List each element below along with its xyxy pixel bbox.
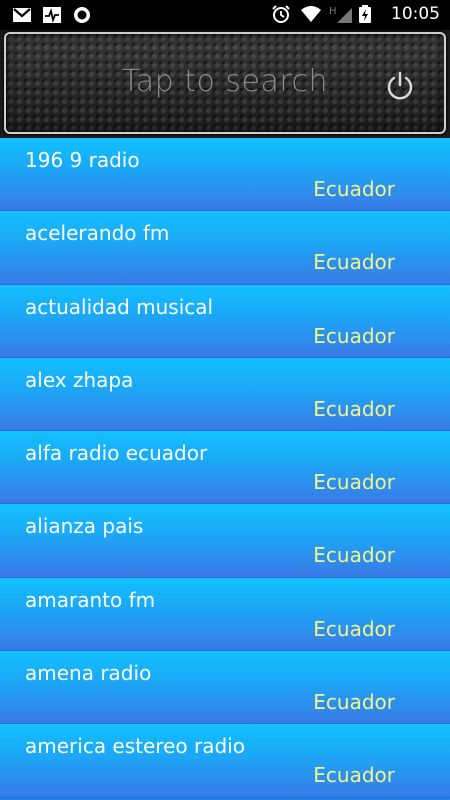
station-name: actualidad musical	[25, 294, 214, 319]
station-name: amaranto fm	[25, 587, 156, 612]
station-row[interactable]: 196 9 radio Ecuador	[0, 138, 450, 212]
circle-icon	[72, 5, 92, 25]
wifi-icon	[300, 4, 321, 24]
alarm-icon	[271, 4, 291, 24]
station-name: alfa radio ecuador	[25, 441, 208, 466]
activity-icon	[42, 5, 62, 25]
station-country: Ecuador	[313, 543, 395, 568]
station-country: Ecuador	[313, 177, 395, 201]
status-bar-left	[12, 5, 92, 25]
search-placeholder[interactable]: Tap to search	[6, 64, 444, 99]
station-name: alex zhapa	[25, 367, 134, 392]
status-bar-right: H 10:05	[271, 4, 440, 24]
search-bar[interactable]: Tap to search	[4, 32, 446, 134]
svg-text:H: H	[329, 6, 337, 17]
station-country: Ecuador	[313, 616, 395, 641]
station-country: Ecuador	[313, 690, 395, 715]
station-name: america estereo radio	[25, 734, 245, 759]
status-time: 10:05	[391, 4, 440, 24]
station-name: acelerando fm	[25, 221, 170, 246]
signal-h-icon: H	[329, 4, 352, 24]
station-country: Ecuador	[313, 396, 395, 421]
station-row[interactable]: amaranto fm Ecuador	[0, 577, 450, 652]
station-country: Ecuador	[313, 323, 395, 348]
station-name: amena radio	[25, 661, 152, 686]
power-icon[interactable]	[384, 70, 416, 102]
station-row[interactable]: acelerando fm Ecuador	[0, 211, 450, 285]
gmail-icon	[12, 5, 32, 25]
station-country: Ecuador	[313, 470, 395, 495]
station-country: Ecuador	[313, 763, 395, 788]
battery-charging-icon	[358, 4, 378, 24]
station-list[interactable]: 196 9 radio Ecuador acelerando fm Ecuador ac…	[0, 138, 450, 800]
station-name: alianza pais	[25, 514, 144, 539]
status-bar: H 10:05	[0, 0, 450, 30]
station-row[interactable]: alex zhapa Ecuador	[0, 357, 450, 432]
station-row[interactable]: america estereo radio Ecuador	[0, 724, 450, 798]
station-row[interactable]: amena radio Ecuador	[0, 651, 450, 725]
station-row[interactable]: actualidad musical Ecuador	[0, 284, 450, 358]
header: Tap to search	[0, 30, 450, 138]
station-row[interactable]: alfa radio ecuador Ecuador	[0, 431, 450, 505]
station-name: 196 9 radio	[25, 148, 140, 172]
station-country: Ecuador	[313, 250, 395, 275]
station-row[interactable]: alianza pais Ecuador	[0, 504, 450, 578]
